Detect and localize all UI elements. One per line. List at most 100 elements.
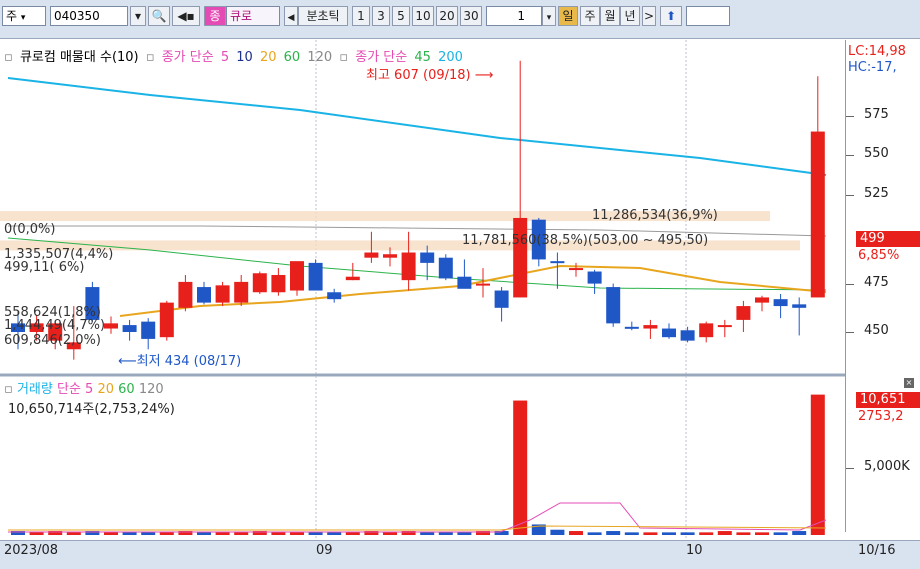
axis-label-475: 475 xyxy=(864,275,889,290)
prev-arrow-button[interactable]: ◀ xyxy=(284,6,298,26)
axis-label-525: 525 xyxy=(864,186,889,201)
vp-label-2: 499,11( 6%) xyxy=(4,260,85,275)
candle-body xyxy=(550,261,565,264)
volume-bar xyxy=(290,532,304,535)
current-change-label: 6,85% xyxy=(858,248,900,263)
volume-bar xyxy=(513,400,528,535)
square-icon: ▫ xyxy=(4,50,13,65)
candle-body xyxy=(457,276,472,289)
volume-bar xyxy=(662,532,676,535)
volume-total-label: 10,650,714주(2,753,24%) xyxy=(8,402,175,417)
code-dropdown-button[interactable]: ▾ xyxy=(130,6,146,26)
candle-body xyxy=(327,292,342,300)
volume-bar xyxy=(345,532,360,535)
volume-bar xyxy=(141,532,156,535)
square-icon: ▫ xyxy=(145,50,155,65)
sort-button[interactable]: ⬆ xyxy=(660,6,682,26)
vp-label-5: 609,846(2,0%) xyxy=(4,333,101,348)
vp-label-4: 1,444,49(4,7%) xyxy=(4,318,106,333)
tick xyxy=(846,468,854,469)
legend-ma60: 60 xyxy=(283,50,301,65)
tick xyxy=(846,284,854,285)
candle-body xyxy=(141,321,156,339)
left-arrow-icon: ⟵ xyxy=(118,354,137,369)
volume-legend: ▫ 거래량 단순 5 20 60 120 xyxy=(4,378,164,397)
speaker-button[interactable]: ◀▪ xyxy=(172,6,200,26)
volume-bar xyxy=(29,532,44,535)
right-arrow-icon: ⟶ xyxy=(474,68,494,83)
close-icon[interactable]: × xyxy=(904,378,914,388)
legend-ma2-title: 종가 단순 xyxy=(355,50,408,65)
next-arrow-button[interactable]: > xyxy=(642,6,656,26)
candle-body xyxy=(736,306,751,320)
unit-dropdown-button[interactable]: ▾ xyxy=(542,6,556,26)
tick xyxy=(846,155,854,156)
code-input[interactable]: 040350 xyxy=(50,6,128,26)
legend-ma200: 200 xyxy=(438,50,463,65)
candle-body xyxy=(773,299,788,307)
empty-input[interactable] xyxy=(686,6,730,26)
volume-bar xyxy=(569,531,583,535)
legend-ma120: 120 xyxy=(307,50,333,65)
lc-label: LC:14,98 xyxy=(848,44,906,59)
candle-body xyxy=(215,285,230,303)
tick xyxy=(846,116,854,117)
interval-30[interactable]: 30 xyxy=(460,6,482,26)
legend-ma20: 20 xyxy=(259,50,277,65)
mode-select[interactable]: 주 ▾ xyxy=(2,6,46,26)
candle-body xyxy=(252,273,267,293)
interval-10[interactable]: 10 xyxy=(412,6,434,26)
square-icon: ▫ xyxy=(339,50,349,65)
current-price-badge: 499 xyxy=(856,231,920,247)
candle-body xyxy=(755,297,769,303)
up-arrow-icon: ⬆ xyxy=(665,9,677,23)
candle-body xyxy=(234,281,249,303)
volume-bar xyxy=(810,394,825,535)
stock-name-field[interactable]: 큐로 xyxy=(226,6,280,26)
candle-body xyxy=(643,325,658,329)
square-icon: ▫ xyxy=(4,382,13,397)
vp-zero-label: 0(0,0%) xyxy=(4,222,56,237)
date-label-sep: 09 xyxy=(316,543,333,558)
price-axis: LC:14,98 HC:-17, 575 550 525 475 450 499… xyxy=(845,40,920,532)
legend-series-volume-profile: 큐로컴 매물대 수(10) xyxy=(19,50,139,65)
tab-week[interactable]: 주 xyxy=(580,6,600,26)
interval-3[interactable]: 3 xyxy=(372,6,390,26)
tab-year[interactable]: 년 xyxy=(620,6,640,26)
candle-body xyxy=(792,304,807,308)
legend-ma45: 45 xyxy=(414,50,431,65)
interval-20[interactable]: 20 xyxy=(436,6,458,26)
interval-5[interactable]: 5 xyxy=(392,6,410,26)
date-label-oct: 10 xyxy=(686,543,703,558)
jong-button[interactable]: 종 xyxy=(204,6,226,26)
volume-bar xyxy=(327,532,342,535)
volume-ma60: 60 xyxy=(118,382,135,397)
price-pane xyxy=(0,40,845,370)
candle-body xyxy=(624,326,639,329)
period-tab-minute[interactable]: 분초틱 xyxy=(298,6,348,26)
unit-input[interactable]: 1 xyxy=(486,6,542,26)
volume-bar xyxy=(773,532,788,535)
volume-ma20: 20 xyxy=(97,382,115,397)
candle-body xyxy=(699,323,714,338)
tab-day[interactable]: 일 xyxy=(558,6,578,26)
candle-body xyxy=(680,330,695,341)
volume-bar xyxy=(680,532,695,535)
volume-bar xyxy=(643,532,658,535)
interval-1[interactable]: 1 xyxy=(352,6,370,26)
vp-top-label: 11,286,534(36,9%) xyxy=(592,208,718,223)
candle-body xyxy=(308,262,323,291)
tab-month[interactable]: 월 xyxy=(600,6,620,26)
volume-bar xyxy=(215,532,230,535)
tick xyxy=(846,195,854,196)
search-button[interactable]: 🔍 xyxy=(148,6,170,26)
candle-body xyxy=(401,252,416,281)
candle-body xyxy=(345,276,360,281)
candle-body xyxy=(810,131,825,298)
legend-ma-title: 종가 단순 xyxy=(161,50,214,65)
candle-body xyxy=(569,268,583,271)
volume-bar xyxy=(736,532,751,535)
chevron-down-icon: ▾ xyxy=(546,13,552,23)
search-icon: 🔍 xyxy=(151,9,167,23)
price-chart xyxy=(0,40,845,540)
